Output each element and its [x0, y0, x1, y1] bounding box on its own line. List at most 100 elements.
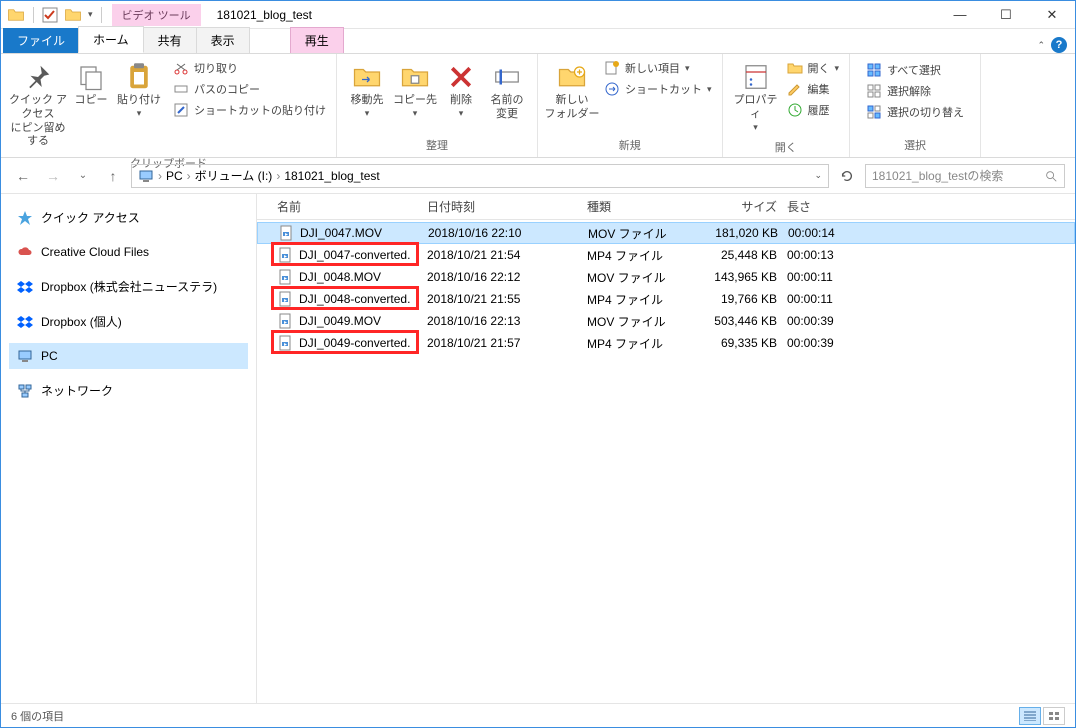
file-name: DJI_0048.MOV [277, 269, 427, 285]
forward-button[interactable]: → [41, 164, 65, 188]
close-button[interactable]: ✕ [1029, 1, 1075, 28]
search-icon [1044, 169, 1058, 183]
file-type: MP4 ファイル [587, 335, 697, 352]
file-row[interactable]: DJI_0047.MOV2018/10/16 22:10MOV ファイル181,… [257, 222, 1075, 244]
file-type: MP4 ファイル [587, 247, 697, 264]
breadcrumb-volume[interactable]: ボリューム (I:) [195, 167, 273, 184]
select-none-button[interactable]: 選択解除 [862, 81, 968, 101]
tab-play[interactable]: 再生 [290, 27, 344, 53]
col-header-date[interactable]: 日付時刻 [427, 198, 587, 215]
minimize-button[interactable]: — [937, 1, 983, 28]
view-large-icons-button[interactable] [1043, 707, 1065, 725]
copy-to-button[interactable]: コピー先▾ [391, 58, 439, 119]
refresh-icon [840, 169, 854, 183]
open-button[interactable]: 開く ▾ [783, 58, 844, 78]
pin-to-quick-access-button[interactable]: クイック アクセス にピン留めする [7, 58, 69, 149]
checkbox-checked-icon[interactable] [42, 7, 58, 23]
view-details-button[interactable] [1019, 707, 1041, 725]
move-to-button[interactable]: 移動先▾ [343, 58, 391, 119]
col-header-type[interactable]: 種類 [587, 198, 697, 215]
tab-share[interactable]: 共有 [143, 27, 197, 53]
recent-locations-button[interactable]: ⌄ [71, 164, 95, 188]
group-label-open: 開く [723, 137, 850, 159]
file-date: 2018/10/16 22:10 [428, 226, 588, 240]
file-size: 503,446 KB [697, 314, 787, 328]
col-header-name[interactable]: 名前 [277, 198, 427, 215]
properties-button[interactable]: プロパティ▾ [729, 58, 783, 133]
copy-button[interactable]: コピー [69, 58, 113, 108]
history-icon [787, 102, 803, 118]
paste-shortcut-button[interactable]: ショートカットの貼り付け [169, 100, 330, 120]
select-none-icon [866, 83, 882, 99]
edit-button[interactable]: 編集 [783, 79, 844, 99]
search-box[interactable]: 181021_blog_testの検索 [865, 164, 1065, 188]
rename-button[interactable]: 名前の 変更 [483, 58, 531, 122]
cut-button[interactable]: 切り取り [169, 58, 330, 78]
breadcrumb-folder[interactable]: 181021_blog_test [284, 169, 379, 183]
invert-selection-button[interactable]: 選択の切り替え [862, 102, 968, 122]
file-date: 2018/10/21 21:57 [427, 336, 587, 350]
rename-icon [492, 62, 522, 92]
back-button[interactable]: ← [11, 164, 35, 188]
nav-network[interactable]: ネットワーク [9, 377, 248, 404]
nav-pc[interactable]: PC [9, 343, 248, 369]
select-all-button[interactable]: すべて選択 [862, 60, 968, 80]
shortcut-icon [604, 81, 620, 97]
dropbox-icon [17, 279, 33, 295]
tab-home[interactable]: ホーム [78, 26, 144, 53]
group-label-new: 新規 [538, 135, 722, 157]
nav-dropbox-personal[interactable]: Dropbox (個人) [9, 308, 248, 335]
nav-creative-cloud[interactable]: Creative Cloud Files [9, 239, 248, 265]
ribbon-tabs: ファイル ホーム 共有 表示 再生 ⌃ ? [1, 29, 1075, 54]
maximize-button[interactable]: ☐ [983, 1, 1029, 28]
navigation-pane[interactable]: クイック アクセス Creative Cloud Files Dropbox (… [1, 194, 257, 703]
refresh-button[interactable] [835, 164, 859, 188]
file-date: 2018/10/21 21:55 [427, 292, 587, 306]
paste-button[interactable]: 貼り付け ▾ [113, 58, 165, 119]
group-label-organize: 整理 [337, 135, 537, 157]
properties-icon [741, 62, 771, 92]
file-tab[interactable]: ファイル [3, 28, 79, 53]
file-row[interactable]: DJI_0049-converted.2018/10/21 21:57MP4 フ… [257, 332, 1075, 354]
file-row[interactable]: DJI_0047-converted.2018/10/21 21:54MP4 フ… [257, 244, 1075, 266]
folder-icon[interactable] [64, 6, 82, 24]
file-name: DJI_0049.MOV [277, 313, 427, 329]
easy-access-button[interactable]: ショートカット ▾ [600, 79, 716, 99]
tab-view[interactable]: 表示 [196, 27, 250, 53]
status-item-count: 6 個の項目 [11, 708, 64, 724]
col-header-size[interactable]: サイズ [697, 198, 787, 215]
history-button[interactable]: 履歴 [783, 100, 844, 120]
file-row[interactable]: DJI_0048.MOV2018/10/16 22:12MOV ファイル143,… [257, 266, 1075, 288]
copy-path-button[interactable]: パスのコピー [169, 79, 330, 99]
file-row[interactable]: DJI_0049.MOV2018/10/16 22:13MOV ファイル503,… [257, 310, 1075, 332]
qat-dropdown-icon[interactable]: ▾ [88, 9, 93, 20]
file-size: 181,020 KB [698, 226, 788, 240]
file-list[interactable]: 名前 日付時刻 種類 サイズ 長さ DJI_0047.MOV2018/10/16… [257, 194, 1075, 703]
new-folder-button[interactable]: 新しい フォルダー [544, 58, 600, 122]
open-icon [787, 60, 803, 76]
col-header-length[interactable]: 長さ [787, 198, 877, 215]
pc-icon [17, 348, 33, 364]
file-name: DJI_0048-converted. [277, 291, 427, 307]
file-date: 2018/10/21 21:54 [427, 248, 587, 262]
breadcrumb-pc[interactable]: PC [166, 169, 183, 183]
nav-dropbox-corp[interactable]: Dropbox (株式会社ニューステラ) [9, 273, 248, 300]
nav-quick-access[interactable]: クイック アクセス [9, 204, 248, 231]
address-bar[interactable]: › PC › ボリューム (I:) › 181021_blog_test ⌄ [131, 164, 829, 188]
up-button[interactable]: ↑ [101, 164, 125, 188]
new-folder-icon [557, 62, 587, 92]
help-icon[interactable]: ? [1051, 37, 1067, 53]
file-row[interactable]: DJI_0048-converted.2018/10/21 21:55MP4 フ… [257, 288, 1075, 310]
new-item-button[interactable]: 新しい項目 ▾ [600, 58, 716, 78]
file-type: MOV ファイル [587, 269, 697, 286]
file-date: 2018/10/16 22:12 [427, 270, 587, 284]
file-length: 00:00:39 [787, 314, 877, 328]
edit-icon [787, 81, 803, 97]
delete-button[interactable]: 削除▾ [439, 58, 483, 119]
network-icon [17, 383, 33, 399]
titlebar: ▾ ビデオ ツール 181021_blog_test — ☐ ✕ [1, 1, 1075, 29]
ribbon-collapse-icon[interactable]: ⌃ [1037, 40, 1045, 51]
navigation-bar: ← → ⌄ ↑ › PC › ボリューム (I:) › 181021_blog_… [1, 158, 1075, 194]
column-headers: 名前 日付時刻 種類 サイズ 長さ [257, 194, 1075, 220]
file-size: 19,766 KB [697, 292, 787, 306]
